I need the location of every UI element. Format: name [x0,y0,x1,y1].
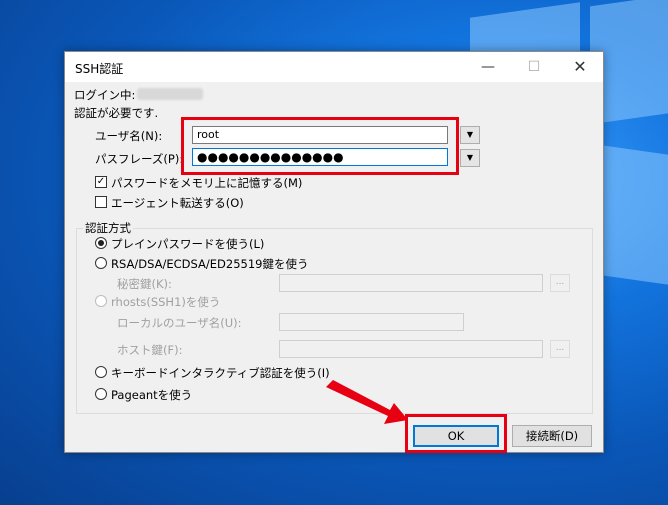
pointer-arrow-icon [326,380,408,424]
